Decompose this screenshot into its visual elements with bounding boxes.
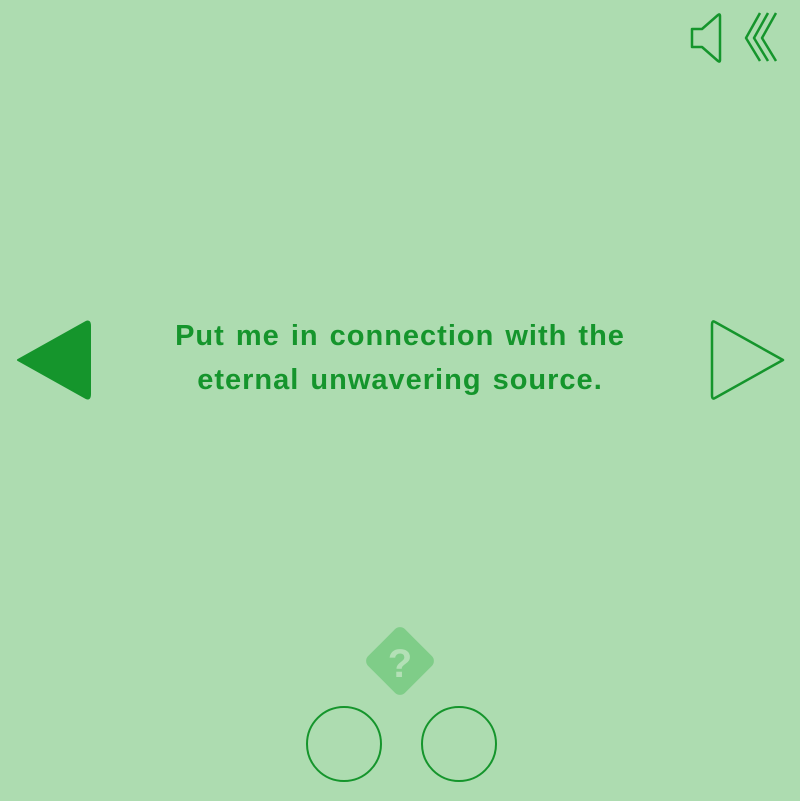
previous-button[interactable] xyxy=(14,318,94,402)
choice-circle-right[interactable] xyxy=(421,706,497,782)
speaker-button[interactable] xyxy=(688,12,728,64)
message-text: Put me in connection with the eternal un… xyxy=(175,320,625,396)
diamond-help-icon: ? xyxy=(366,627,434,695)
filled-triangle-left-icon xyxy=(17,320,91,400)
triple-chevron-left-icon xyxy=(744,12,778,62)
outline-triangle-right-icon xyxy=(710,320,785,400)
help-label: ? xyxy=(388,642,412,686)
back-button[interactable] xyxy=(742,12,782,64)
choice-circle-left[interactable] xyxy=(306,706,382,782)
speaker-icon xyxy=(690,13,722,63)
next-button[interactable] xyxy=(707,318,787,402)
help-button[interactable]: ? xyxy=(358,620,442,702)
